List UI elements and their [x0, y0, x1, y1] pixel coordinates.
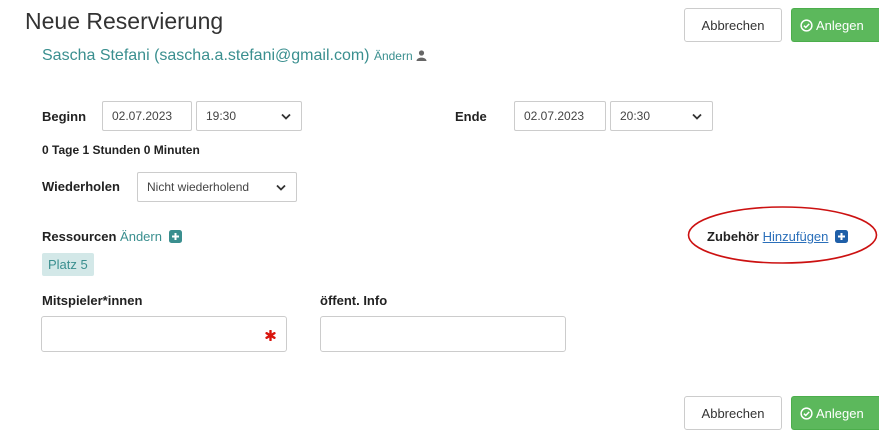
user-name-email: Sascha Stefani (sascha.a.stefani@gmail.c…	[42, 47, 370, 64]
change-resources-label: Ändern	[120, 229, 162, 244]
end-time-value: 20:30	[620, 109, 651, 123]
repeat-value: Nicht wiederholend	[147, 180, 250, 194]
chevron-down-icon	[276, 184, 286, 191]
repeat-select[interactable]: Nicht wiederholend	[137, 172, 297, 202]
duration-text: 0 Tage 1 Stunden 0 Minuten	[42, 143, 200, 157]
page-title: Neue Reservierung	[25, 8, 224, 34]
cancel-button-bottom[interactable]: Abbrechen	[684, 396, 782, 430]
chevron-down-icon	[692, 113, 702, 120]
change-user-label: Ändern	[373, 49, 413, 63]
participants-input[interactable]	[41, 316, 287, 352]
begin-date-input[interactable]: 02.07.2023	[102, 101, 192, 131]
participants-label: Mitspieler*innen	[42, 293, 143, 308]
public-info-input[interactable]	[320, 316, 566, 352]
create-button-label: Anlegen	[816, 405, 864, 421]
cancel-button-label: Abbrechen	[701, 17, 765, 33]
user-icon	[416, 50, 427, 64]
end-time-select[interactable]: 20:30	[610, 101, 713, 131]
change-user-link[interactable]: Ändern	[374, 49, 427, 63]
plus-square-icon[interactable]	[168, 230, 182, 246]
repeat-label: Wiederholen	[42, 179, 120, 194]
check-circle-icon	[800, 18, 813, 32]
begin-label: Beginn	[42, 109, 87, 124]
chevron-down-icon	[281, 113, 291, 120]
create-button-bottom[interactable]: Anlegen	[791, 396, 879, 430]
public-info-label: öffent. Info	[320, 293, 388, 308]
begin-time-select[interactable]: 19:30	[196, 101, 302, 131]
cancel-button-top[interactable]: Abbrechen	[684, 8, 782, 42]
resources-line: Ressourcen Ändern	[42, 229, 182, 246]
create-button-label: Anlegen	[816, 17, 864, 33]
user-line: Sascha Stefani (sascha.a.stefani@gmail.c…	[42, 47, 427, 65]
create-button-top[interactable]: Anlegen	[791, 8, 879, 42]
check-circle-icon	[800, 406, 813, 420]
end-date-value: 02.07.2023	[524, 109, 585, 123]
resource-badge: Platz 5	[42, 253, 94, 276]
begin-date-value: 02.07.2023	[112, 109, 173, 123]
required-asterisk-icon	[265, 328, 276, 346]
cancel-button-label: Abbrechen	[701, 405, 765, 421]
end-date-input[interactable]: 02.07.2023	[514, 101, 606, 131]
annotation-ellipse	[687, 206, 878, 264]
end-label: Ende	[455, 109, 487, 124]
change-resources-link[interactable]: Ändern	[120, 229, 162, 244]
resources-label: Ressourcen	[42, 229, 117, 244]
begin-time-value: 19:30	[206, 109, 237, 123]
